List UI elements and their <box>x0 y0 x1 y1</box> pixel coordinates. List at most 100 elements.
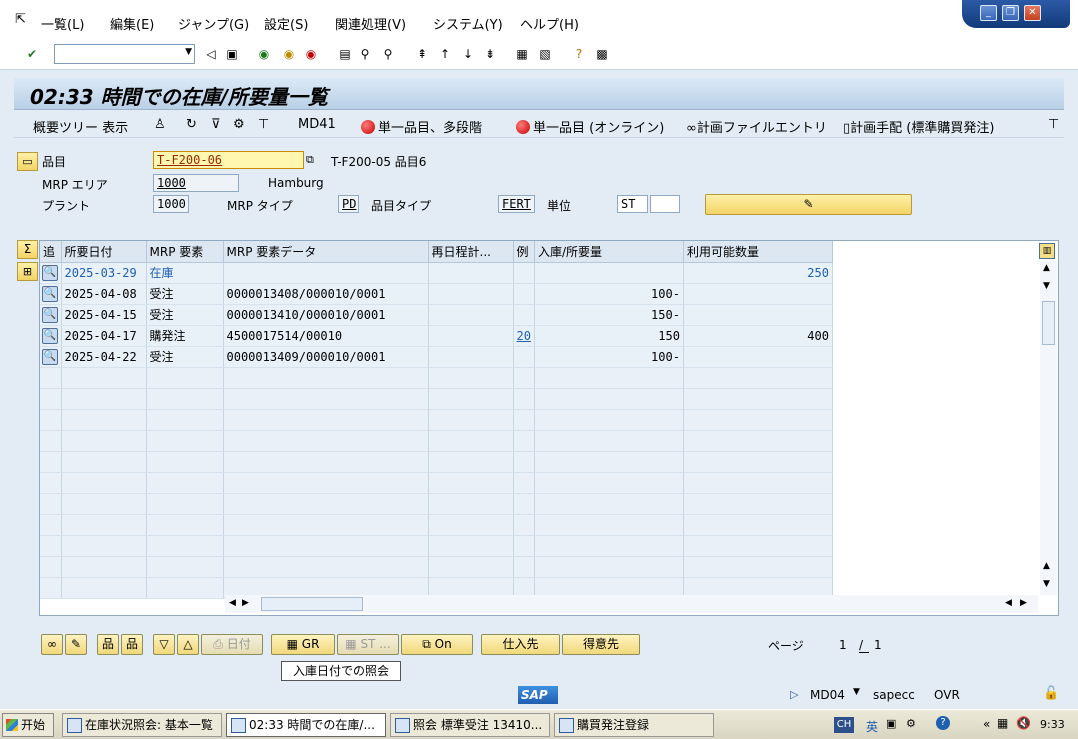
scroll-down-icon[interactable]: ▼ <box>1043 579 1050 589</box>
md41-button[interactable]: MD41 <box>298 117 336 132</box>
col-mrp-element[interactable]: MRP 要素 <box>146 241 224 263</box>
detail-magnifier-icon[interactable]: 🔍 <box>42 265 58 281</box>
back-icon[interactable]: ◉ <box>256 46 272 62</box>
table-row[interactable]: 🔍 2025-03-29 在庫 250 <box>40 262 833 284</box>
vertical-scrollbar[interactable]: ▲ ▼ ▲ ▼ <box>1040 261 1057 595</box>
exit-icon[interactable]: ◉ <box>281 46 297 62</box>
scroll-right-icon[interactable]: ▶ <box>242 598 249 608</box>
sum-icon[interactable]: Σ <box>17 240 38 259</box>
volume-icon[interactable]: 🔇 <box>1016 716 1031 730</box>
status-expand-icon[interactable]: ▷ <box>790 688 798 701</box>
more-icon[interactable]: ⊤ <box>1048 117 1059 132</box>
col-receipt-req[interactable]: 入庫/所要量 <box>534 241 684 263</box>
new-session-icon[interactable]: ▦ <box>514 46 530 62</box>
material-input[interactable]: T-F200-06 <box>153 151 304 169</box>
edit-button[interactable]: ✎ <box>705 194 912 215</box>
scroll-up-icon[interactable]: ▲ <box>1043 263 1050 273</box>
find-icon[interactable]: ⚲ <box>357 46 373 62</box>
refresh-icon[interactable]: ↻ <box>186 117 197 132</box>
column-settings-icon[interactable]: ▥ <box>1039 243 1055 259</box>
task-sales-order[interactable]: 照会 標準受注 13410... <box>390 713 550 737</box>
print-icon[interactable]: ▤ <box>337 46 353 62</box>
task-purchase-order[interactable]: 購買発注登録 <box>554 713 714 737</box>
table-row[interactable]: 🔍 2025-04-22 受注 0000013409/000010/0001 1… <box>40 346 833 368</box>
glasses-button[interactable]: ∞ <box>41 634 63 655</box>
detail-magnifier-icon[interactable]: 🔍 <box>42 307 58 323</box>
shortcut-icon[interactable]: ▧ <box>537 46 553 62</box>
task-mrp-list[interactable]: 02:33 時間での在庫/... <box>226 713 386 737</box>
person-icon[interactable]: ♙ <box>154 117 166 132</box>
minimize-icon[interactable]: _ <box>980 5 997 21</box>
help-icon[interactable]: ? <box>571 46 587 62</box>
menu-list[interactable]: 一覧(L) <box>41 14 84 33</box>
ime-indicator[interactable]: 英 <box>866 718 878 735</box>
horizontal-scrollbar[interactable]: ◀ ▶ ◀ ▶ <box>225 595 1038 613</box>
save-icon[interactable]: ▣ <box>224 46 240 62</box>
ime-pad-icon[interactable]: ▣ <box>886 717 896 730</box>
unit-field[interactable]: ST <box>617 195 648 213</box>
next-page-icon[interactable]: ↓ <box>460 46 476 62</box>
task-stock-overview[interactable]: 在庫状況照会: 基本一覧 <box>62 713 222 737</box>
on-button[interactable]: ⧉ On <box>401 634 473 655</box>
table-row[interactable]: 🔍 2025-04-08 受注 0000013408/000010/0001 1… <box>40 283 833 305</box>
last-page-icon[interactable]: ⇟ <box>482 46 498 62</box>
menu-related[interactable]: 関連処理(V) <box>335 14 406 33</box>
scroll-left-icon[interactable]: ◀ <box>1005 598 1012 608</box>
table-row[interactable]: 🔍 2025-04-15 受注 0000013410/000010/0001 1… <box>40 304 833 326</box>
menu-settings[interactable]: 設定(S) <box>264 14 308 33</box>
settings-icon[interactable]: ⚙ <box>233 117 245 132</box>
menu-system[interactable]: システム(Y) <box>433 14 503 33</box>
material-search-icon[interactable]: ⧉ <box>306 153 314 167</box>
pin-icon[interactable]: ⊤ <box>258 117 269 132</box>
unit-extra-field[interactable] <box>650 195 680 213</box>
overview-tree-button[interactable]: 概要ツリー 表示 <box>33 117 128 136</box>
scroll-right-icon[interactable]: ▶ <box>1020 598 1027 608</box>
enter-icon[interactable]: ✔ <box>24 46 40 62</box>
scroll-thumb[interactable] <box>1042 301 1055 345</box>
help-icon[interactable]: ? <box>936 716 950 730</box>
exception-link[interactable]: 20 <box>513 325 535 347</box>
single-multilevel-button[interactable]: 単一品目、多段階 <box>361 117 482 136</box>
menu-help[interactable]: ヘルプ(H) <box>520 14 579 33</box>
single-online-button[interactable]: 単一品目 (オンライン) <box>516 117 664 136</box>
detail-magnifier-icon[interactable]: 🔍 <box>42 349 58 365</box>
col-reschedule[interactable]: 再日程計... <box>428 241 514 263</box>
pencil-button[interactable]: ✎ <box>65 634 87 655</box>
hierarchy-button[interactable]: 品 <box>97 634 119 655</box>
col-available[interactable]: 利用可能数量 <box>683 241 833 263</box>
hscroll-thumb[interactable] <box>261 597 363 611</box>
cancel-icon[interactable]: ◉ <box>303 46 319 62</box>
customer-button[interactable]: 得意先 <box>562 634 640 655</box>
back-arrow-icon[interactable]: ◁ <box>203 46 219 62</box>
chevron-down-icon[interactable]: ▼ <box>185 47 192 57</box>
detail-magnifier-icon[interactable]: 🔍 <box>42 286 58 302</box>
scroll-left-icon[interactable]: ◀ <box>229 598 236 608</box>
menu-exit-icon[interactable]: ⇱ <box>15 12 26 27</box>
menu-goto[interactable]: ジャンプ(G) <box>178 14 249 33</box>
prev-page-icon[interactable]: ↑ <box>437 46 453 62</box>
col-mrp-element-data[interactable]: MRP 要素データ <box>223 241 429 263</box>
language-indicator[interactable]: CH <box>834 717 854 733</box>
table-row[interactable]: 🔍 2025-04-17 購発注 4500017514/00010 20 150… <box>40 325 833 347</box>
header-toggle-icon[interactable]: ▭ <box>17 152 38 171</box>
planned-order-button[interactable]: ▯計画手配 (標準購買発注) <box>843 117 994 136</box>
menu-edit[interactable]: 編集(E) <box>110 14 154 33</box>
planning-file-button[interactable]: ∞計画ファイルエントリ <box>686 117 827 136</box>
expand-button[interactable]: △ <box>177 634 199 655</box>
close-icon[interactable]: ✕ <box>1024 5 1041 21</box>
vendor-button[interactable]: 仕入先 <box>481 634 560 655</box>
hierarchy2-button[interactable]: 品 <box>121 634 143 655</box>
col-add[interactable]: 追 <box>40 241 62 263</box>
ime-tool-icon[interactable]: ⚙ <box>906 717 916 730</box>
detail-magnifier-icon[interactable]: 🔍 <box>42 328 58 344</box>
restore-icon[interactable]: ❐ <box>1002 5 1019 21</box>
find-next-icon[interactable]: ⚲ <box>380 46 396 62</box>
col-date[interactable]: 所要日付 <box>61 241 147 263</box>
command-field[interactable]: ▼ <box>54 44 195 64</box>
col-exception[interactable]: 例 <box>513 241 535 263</box>
expand-icon[interactable]: ⊞ <box>17 262 38 281</box>
gr-button[interactable]: ▦ GR <box>271 634 335 655</box>
tray-expand-icon[interactable]: « <box>983 717 990 731</box>
collapse-button[interactable]: ▽ <box>153 634 175 655</box>
lock-icon[interactable]: 🔓 <box>1043 686 1059 701</box>
